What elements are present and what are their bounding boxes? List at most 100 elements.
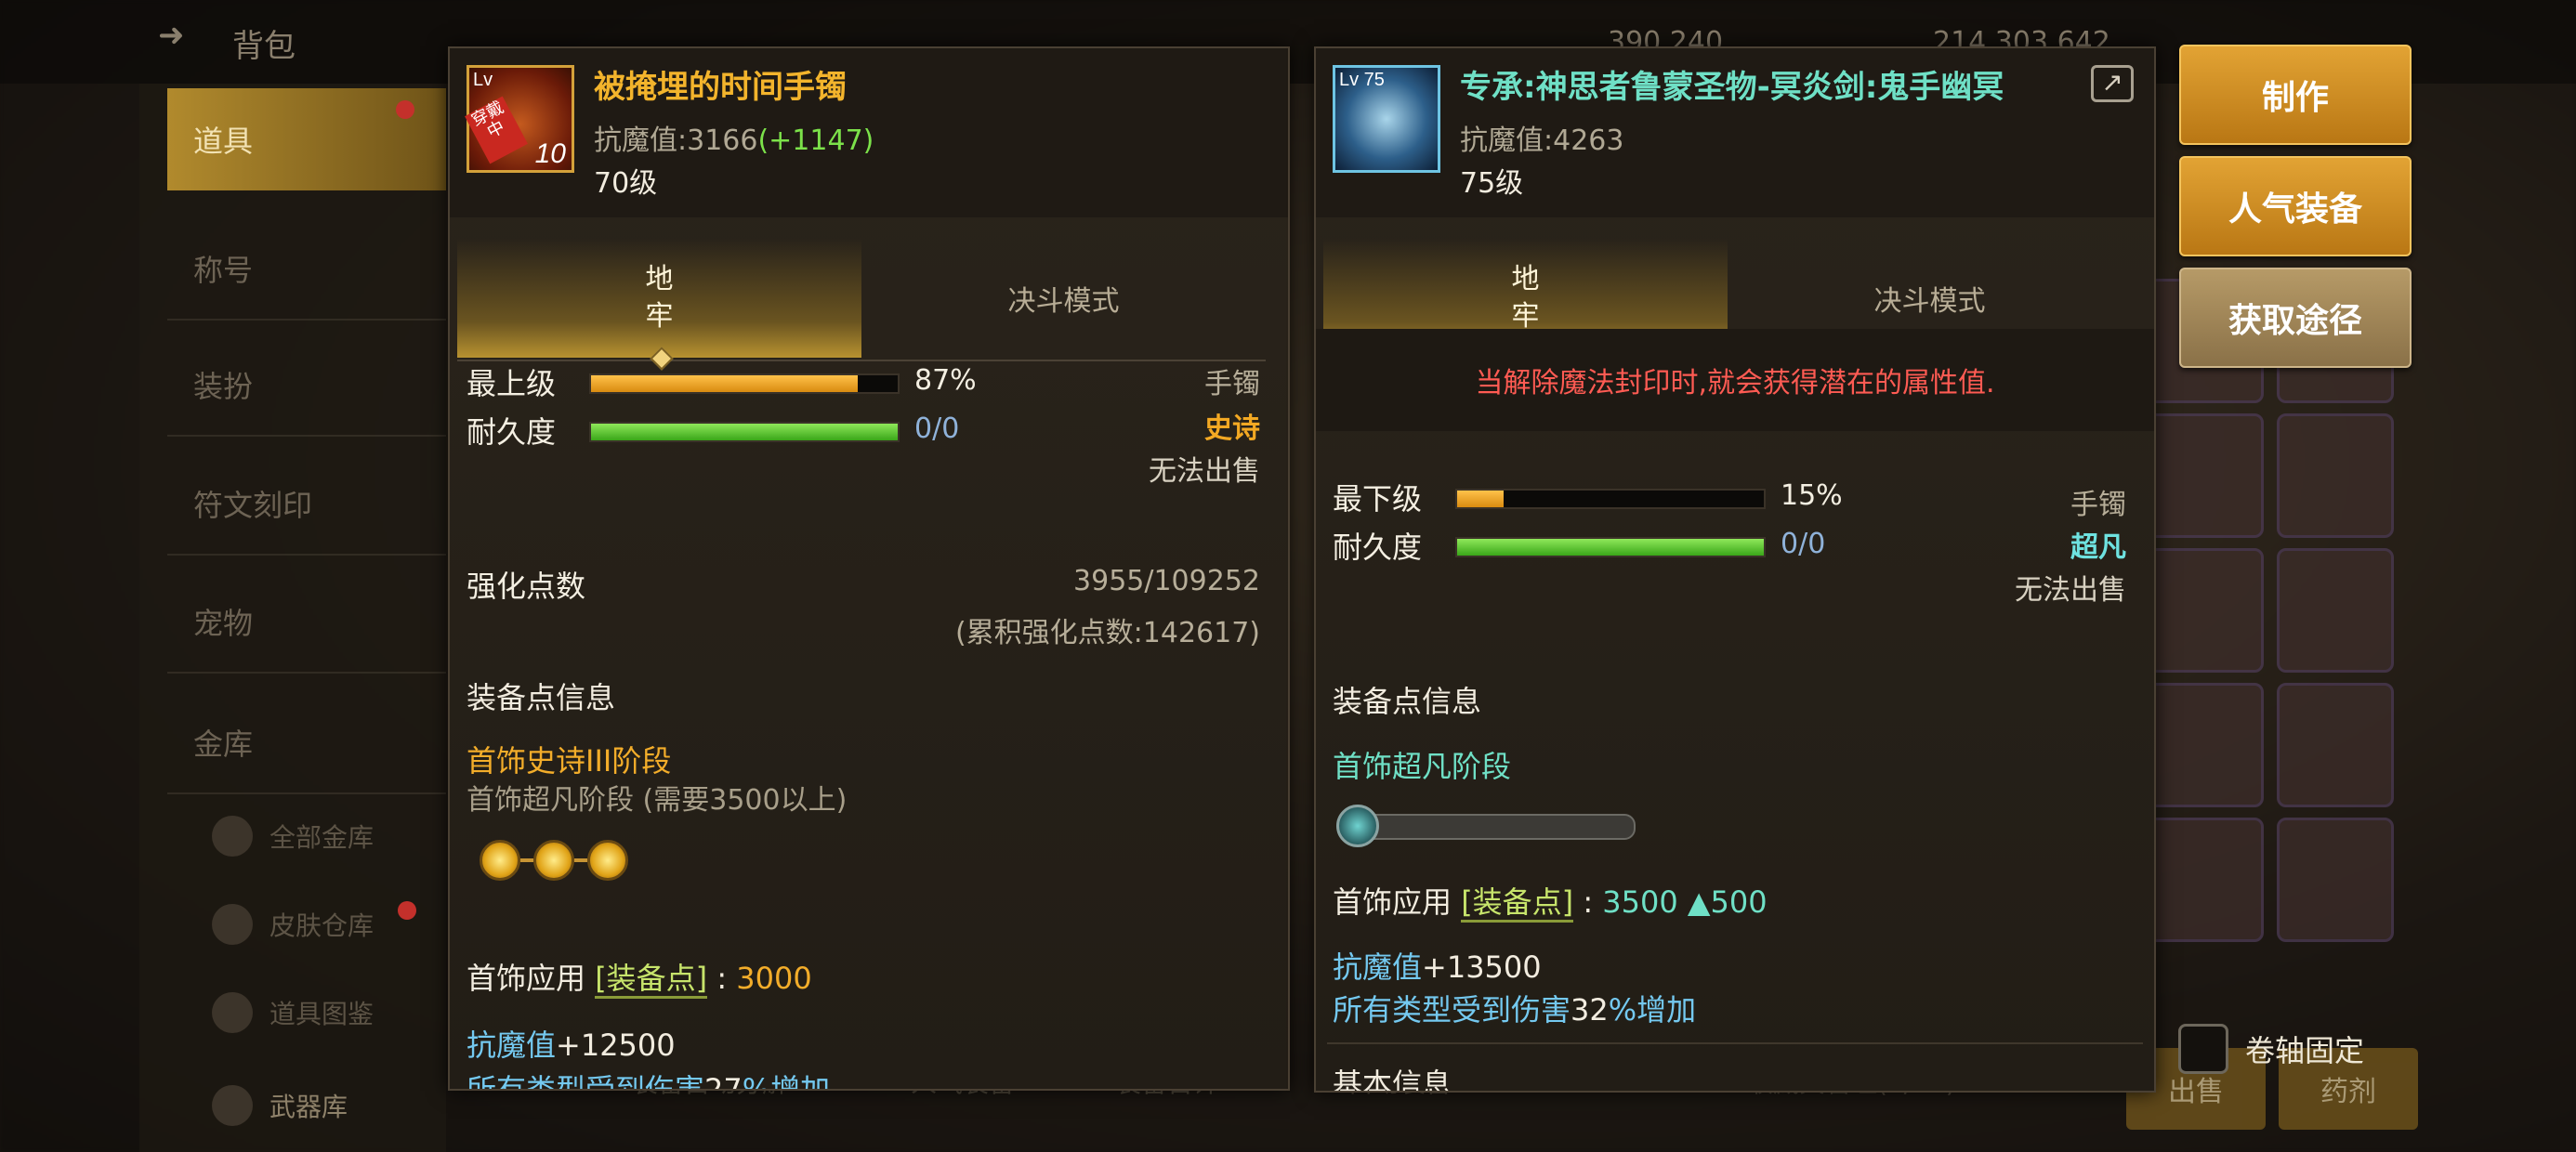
back-arrow-icon[interactable]: ➜ — [158, 17, 185, 54]
inventory-grid — [2147, 279, 2398, 1022]
apply-value: 3500 — [1602, 884, 1678, 920]
enhance-label: 强化点数 — [467, 569, 586, 604]
tab-duel[interactable]: 决斗模式 — [861, 239, 1266, 358]
sidebar-sub-label: 武器库 — [269, 1092, 348, 1122]
enhance-total: (累积强化点数:142617) — [954, 617, 1260, 649]
apply-value: 3000 — [736, 961, 812, 996]
item-name: 专承:神思者鲁蒙圣物-冥炎剑:鬼手幽冥 — [1460, 69, 2004, 106]
item-name: 被掩埋的时间手镯 — [594, 69, 847, 106]
sidebar-item-titles[interactable]: 称号 — [167, 218, 446, 321]
durability-label: 耐久度 — [467, 414, 557, 450]
grade-bar-fill — [1457, 491, 1504, 507]
stat-value: 3166 — [687, 124, 758, 157]
bonus-damage-taken: 所有类型受到伤害27%增加 — [467, 1067, 831, 1091]
bonus-label: 所有类型受到伤害 — [1333, 992, 1571, 1028]
hex-link — [520, 858, 533, 862]
inventory-slot[interactable] — [2277, 413, 2394, 538]
stat-label: 抗魔值: — [1460, 124, 1554, 157]
sidebar-sub-item-codex[interactable]: 道具图鉴 — [177, 975, 474, 1050]
sidebar-item-label: 宠物 — [193, 606, 254, 641]
bonus-suffix: %增加 — [1608, 992, 1697, 1028]
apply-colon: : — [1573, 884, 1603, 920]
magic-resist-line: 抗魔值:4263 — [1460, 117, 1623, 158]
inventory-slot[interactable] — [2147, 683, 2264, 807]
tab-label: 地牢 — [1511, 263, 1540, 333]
tab-dungeon[interactable]: 地牢 — [457, 239, 861, 371]
scroll-lock-checkbox[interactable] — [2178, 1024, 2228, 1074]
inventory-slot[interactable] — [2277, 548, 2394, 673]
bonus-magic-resist: 抗魔值+13500 — [1333, 944, 1542, 987]
hex-link — [574, 858, 587, 862]
tab-indicator-icon — [649, 347, 674, 371]
trade-status: 无法出售 — [2015, 574, 2126, 607]
rarity: 史诗 — [1204, 412, 1260, 445]
equip-hex-icon — [587, 840, 628, 881]
sidebar-sub-all-vault[interactable]: 全部金库 — [177, 799, 474, 873]
sidebar-item-label: 装扮 — [193, 369, 254, 404]
apply-delta: ▲500 — [1687, 884, 1768, 920]
sidebar-sub-armory[interactable]: 武器库 — [177, 1068, 474, 1143]
bonus-value: +13500 — [1422, 949, 1542, 985]
sidebar-sub-label: 皮肤仓库 — [269, 910, 375, 941]
sidebar-sub-label: 全部金库 — [269, 822, 375, 853]
sidebar-item-label: 金库 — [193, 727, 254, 762]
inventory-slot[interactable] — [2147, 548, 2264, 673]
apply-line: 首饰应用 [装备点] : 3500 ▲500 — [1333, 879, 1768, 923]
obtain-route-button[interactable]: 获取途径 — [2179, 268, 2412, 368]
inventory-slot[interactable] — [2147, 818, 2264, 942]
durability-label: 耐久度 — [1333, 530, 1423, 565]
scroll-lock-toggle[interactable]: 卷轴固定 — [2178, 1024, 2364, 1074]
inventory-slot[interactable] — [2277, 683, 2394, 807]
bonus-label: 抗魔值 — [467, 1028, 557, 1063]
grade-label: 最上级 — [467, 366, 557, 401]
stat-value: 4263 — [1553, 124, 1624, 157]
grade-bar — [1455, 489, 1766, 509]
bonus-damage-taken: 所有类型受到伤害32%增加 — [1333, 987, 1696, 1029]
scroll-lock-label: 卷轴固定 — [2245, 1033, 2365, 1068]
apply-prefix: 首饰应用 — [1333, 884, 1452, 920]
durability-bar-fill — [1457, 539, 1764, 556]
durability-value: 0/0 — [914, 412, 960, 445]
level-tag: Lv 75 — [1339, 70, 1385, 90]
stat-label: 抗魔值: — [594, 124, 688, 157]
section-divider — [1327, 1042, 2143, 1044]
enhance-value: 3955/109252 — [1073, 565, 1260, 597]
durability-value: 0/0 — [1781, 528, 1826, 560]
tab-label: 地牢 — [645, 263, 674, 333]
apply-line: 首饰应用 [装备点] : 3000 — [467, 955, 812, 999]
compare-item-tooltip: Lv 75 专承:神思者鲁蒙圣物-冥炎剑:鬼手幽冥 ↗ 抗魔值:4263 75级… — [1314, 46, 2156, 1093]
rarity: 超凡 — [2070, 531, 2126, 564]
craft-button[interactable]: 制作 — [2179, 45, 2412, 145]
notification-dot — [398, 901, 416, 920]
sidebar-item-runes[interactable]: 符文刻印 — [167, 453, 446, 556]
share-icon[interactable]: ↗ — [2091, 65, 2134, 102]
stage-current: 首饰超凡阶段 — [1333, 749, 1512, 784]
sidebar-item-label: 符文刻印 — [193, 488, 313, 523]
level-tag: Lv — [473, 70, 493, 90]
bonus-magic-resist: 抗魔值+12500 — [467, 1022, 676, 1065]
sidebar-item-avatar[interactable]: 装扮 — [167, 334, 446, 437]
bonus-value: 27 — [704, 1072, 743, 1091]
equip-hex-icon — [480, 840, 520, 881]
stage-progress-knob-icon — [1336, 805, 1379, 847]
popular-equipment-button[interactable]: 人气装备 — [2179, 156, 2412, 256]
equipped-item-tooltip: Lv 穿戴中 10 被掩埋的时间手镯 抗魔值:3166(+1147) 70级 地… — [448, 46, 1290, 1091]
durability-bar — [1455, 537, 1766, 557]
tooltip-header: Lv 穿戴中 10 被掩埋的时间手镯 抗魔值:3166(+1147) 70级 — [450, 48, 1288, 217]
equip-hex-icon — [533, 840, 574, 881]
apply-tag: [装备点] — [595, 961, 708, 999]
stage-progress-track — [1353, 814, 1636, 840]
sidebar-item-pets[interactable]: 宠物 — [167, 571, 446, 674]
grade-percent: 87% — [914, 364, 977, 397]
tooltip-header: Lv 75 专承:神思者鲁蒙圣物-冥炎剑:鬼手幽冥 ↗ 抗魔值:4263 75级 — [1316, 48, 2154, 217]
required-level: 70级 — [594, 167, 658, 200]
inventory-slot[interactable] — [2277, 818, 2394, 942]
apply-prefix: 首饰应用 — [467, 961, 586, 996]
bonus-suffix: %增加 — [742, 1072, 831, 1091]
tab-label: 决斗模式 — [1873, 285, 1986, 318]
sidebar-item-vault[interactable]: 金库 — [167, 692, 446, 794]
bonus-label: 抗魔值 — [1333, 949, 1423, 985]
bonus-label: 所有类型受到伤害 — [467, 1072, 705, 1091]
sidebar-sub-skin-storage[interactable]: 皮肤仓库 — [177, 887, 474, 962]
inventory-slot[interactable] — [2147, 413, 2264, 538]
